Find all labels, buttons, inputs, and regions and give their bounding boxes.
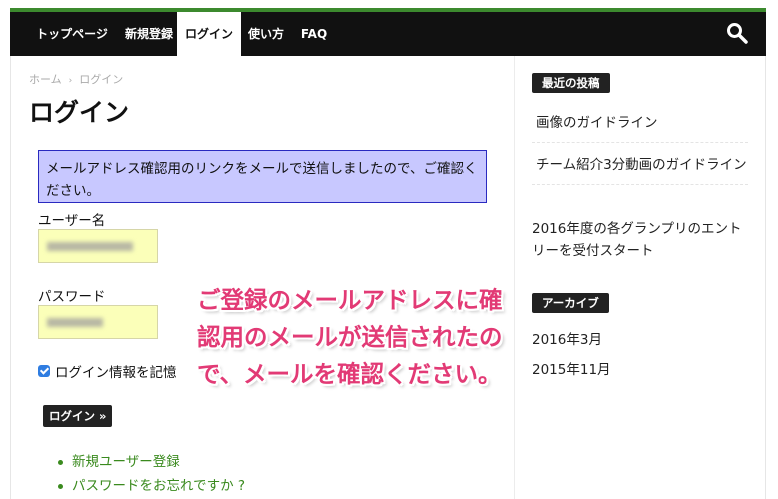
register-link[interactable]: 新規ユーザー登録: [56, 451, 245, 475]
remember-me-label[interactable]: ログイン情報を記憶: [55, 361, 177, 381]
username-value-blurred: [47, 242, 133, 251]
password-label: パスワード: [38, 289, 106, 305]
password-input[interactable]: [38, 305, 158, 339]
login-button[interactable]: ログイン »: [43, 405, 113, 427]
post-separator: [532, 184, 748, 185]
archive-heading: アーカイブ: [532, 293, 609, 313]
breadcrumb-separator: ›: [68, 76, 73, 86]
recent-post-item[interactable]: 画像のガイドライン: [536, 111, 658, 131]
username-label: ユーザー名: [38, 213, 106, 229]
nav-item-faq[interactable]: FAQ: [296, 12, 332, 56]
search-icon[interactable]: [726, 22, 748, 44]
login-links: 新規ユーザー登録 パスワードをお忘れですか ?: [56, 451, 245, 499]
breadcrumb-home[interactable]: ホーム: [29, 73, 62, 86]
sidebar-entry-text: 2016年度の各グランプリのエントリーを受付スタート: [532, 221, 742, 259]
nav-item-how-to[interactable]: 使い方: [242, 12, 290, 56]
password-value-blurred: [47, 318, 103, 327]
username-input[interactable]: [38, 229, 158, 263]
post-separator: [532, 142, 748, 143]
recent-post-item[interactable]: チーム紹介3分動画のガイドライン: [536, 153, 747, 173]
sidebar-divider: [514, 56, 515, 499]
nav-item-top-page[interactable]: トップページ: [26, 12, 118, 56]
forgot-password-link[interactable]: パスワードをお忘れですか ?: [56, 475, 245, 499]
remember-me-checkbox[interactable]: [38, 365, 50, 377]
archive-item[interactable]: 2016年3月: [532, 328, 602, 348]
nav-item-login[interactable]: ログイン: [177, 12, 241, 56]
archive-item[interactable]: 2015年11月: [532, 358, 611, 378]
recent-posts-heading: 最近の投稿: [532, 73, 610, 93]
annotation-text: ご登録のメールアドレスに確認用のメールが送信されたので、メールを確認ください。: [197, 286, 503, 388]
remember-me-row: ログイン情報を記憶: [38, 361, 177, 381]
top-nav: トップページ 新規登録 ログイン 使い方 FAQ: [10, 12, 766, 56]
nav-item-register[interactable]: 新規登録: [118, 12, 180, 56]
confirmation-message: メールアドレス確認用のリンクをメールで送信しましたので、ご確認ください。: [38, 150, 487, 203]
page-title: ログイン: [29, 98, 130, 127]
breadcrumb: ホーム › ログイン: [29, 71, 123, 87]
breadcrumb-current: ログイン: [79, 73, 124, 86]
